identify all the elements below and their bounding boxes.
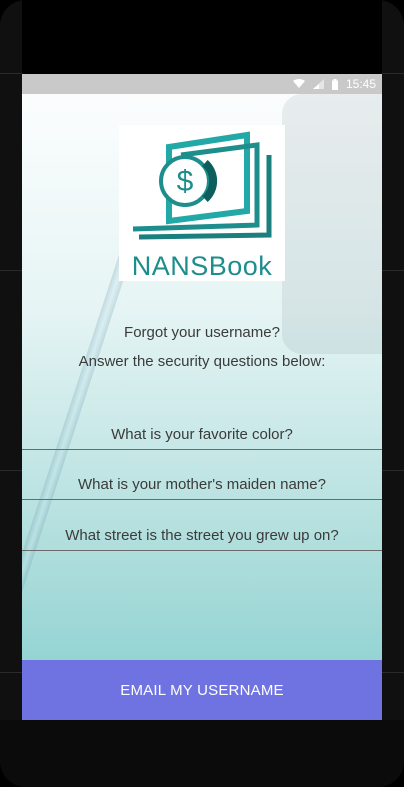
email-username-label: EMAIL MY USERNAME	[120, 681, 284, 699]
status-bar: 15:45	[22, 74, 382, 94]
security-instructions: Answer the security questions below:	[78, 353, 326, 370]
bezel-seam	[382, 270, 404, 271]
phone-bezel-bottom	[0, 720, 404, 787]
favorite-color-field[interactable]: What is your favorite color?	[22, 420, 382, 450]
app-logo: $ NANSBook	[119, 125, 285, 281]
bezel-seam	[382, 73, 404, 74]
logo-text: NANSBook	[131, 251, 273, 281]
email-username-button[interactable]: EMAIL MY USERNAME	[22, 660, 382, 720]
dollar-bill-icon: $	[132, 131, 272, 240]
bezel-seam	[0, 672, 22, 673]
wifi-icon	[292, 79, 305, 88]
app-screen: 15:45 $ NANSBook Forgot your username? A…	[22, 74, 382, 720]
maiden-name-field[interactable]: What is your mother's maiden name?	[22, 470, 382, 500]
childhood-street-field[interactable]: What street is the street you grew up on…	[22, 521, 382, 551]
status-time: 15:45	[345, 77, 376, 91]
maiden-name-placeholder: What is your mother's maiden name?	[78, 476, 326, 493]
phone-bezel-right	[382, 0, 404, 787]
bezel-seam	[0, 470, 22, 471]
childhood-street-placeholder: What street is the street you grew up on…	[65, 527, 339, 544]
favorite-color-placeholder: What is your favorite color?	[111, 426, 293, 443]
bezel-seam	[382, 470, 404, 471]
forgot-username-heading: Forgot your username?	[124, 324, 280, 341]
svg-text:$: $	[177, 165, 194, 198]
bezel-seam	[0, 270, 22, 271]
bezel-seam	[382, 672, 404, 673]
battery-icon	[331, 78, 338, 90]
background-calculator	[282, 94, 382, 354]
phone-frame: 15:45 $ NANSBook Forgot your username? A…	[0, 0, 404, 787]
bezel-seam	[0, 73, 22, 74]
phone-bezel-left	[0, 0, 22, 787]
signal-icon	[312, 79, 324, 89]
